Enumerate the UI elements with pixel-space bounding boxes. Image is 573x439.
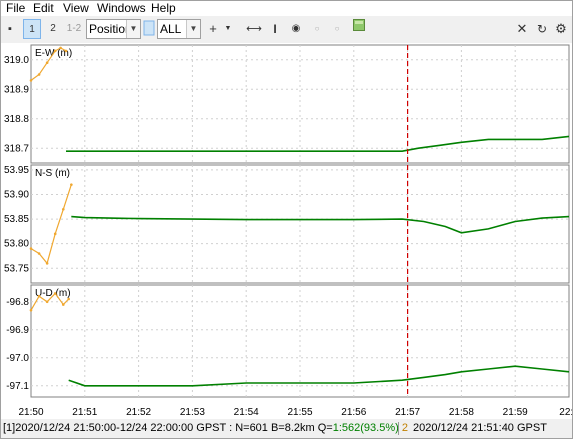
x-tick-label: 21:52 (126, 407, 151, 418)
status-quality-fix: 1:562(93.5%) (332, 422, 399, 434)
satellite-value: ALL (160, 22, 182, 36)
float-point (53, 49, 57, 53)
x-tick-label: 21:59 (503, 407, 528, 418)
x-tick-label: 21:51 (72, 407, 97, 418)
add-icon[interactable]: + (206, 19, 220, 39)
y-tick-label: -96.8 (6, 297, 29, 308)
float-point (45, 300, 49, 304)
toolbar: ▪ 1 2 1-2 Position ▼ ALL ▼ + ▼ ⟷ I ◉ ○ ○… (1, 16, 572, 42)
y-tick-label: -97.0 (6, 353, 29, 364)
float-point (29, 79, 33, 82)
float-point (53, 232, 57, 236)
plot-area[interactable]: 319.0 318.9 318.8 318.7 E-W (m) 53.75 53.80 53.… (1, 43, 573, 419)
y-tick-label: 53.85 (4, 214, 29, 225)
y-tick-label: 318.9 (4, 84, 29, 95)
rtkplot-window: File Edit View Windows Help ▪ 1 2 1-2 Po… (0, 0, 573, 439)
y-tick-label: 53.75 (4, 263, 29, 274)
y-tick-label: 318.7 (4, 143, 29, 154)
satellite-select[interactable]: ALL ▼ (157, 19, 201, 39)
status-bar: [1]2020/12/24 21:50:00-12/24 22:00:00 GP… (1, 419, 572, 438)
menu-view[interactable]: View (63, 1, 89, 16)
reload-icon[interactable]: ↻ (535, 19, 549, 39)
x-tick-label: 21:56 (341, 407, 366, 418)
fit-horizontal-icon[interactable]: ⟷ (245, 19, 263, 39)
y-tick-label: 319.0 (4, 55, 29, 66)
plot2-label: 2 (50, 23, 56, 34)
center-origin-icon[interactable]: ◉ (289, 19, 303, 39)
plot12-button[interactable]: 1-2 (64, 19, 84, 39)
panel-label: N-S (m) (35, 168, 70, 179)
float-point (45, 61, 49, 64)
toolbar-grip-icon: ▪ (8, 23, 12, 35)
y-tick-label: 318.8 (4, 114, 29, 125)
x-tick-label: 21:55 (287, 407, 312, 418)
float-point (29, 247, 33, 250)
float-point (37, 252, 41, 255)
menu-edit[interactable]: Edit (33, 1, 54, 16)
x-tick-label: 21:53 (180, 407, 205, 418)
chevron-down-icon: ▼ (186, 20, 200, 38)
menu-bar: File Edit View Windows Help (1, 1, 572, 16)
x-tick-label: 21:50 (18, 407, 43, 418)
chevron-down-icon: ▼ (126, 20, 140, 38)
float-point (64, 49, 68, 53)
plot-type-select[interactable]: Position ▼ (86, 19, 141, 39)
x-tick-label: 21:58 (449, 407, 474, 418)
float-point (53, 292, 57, 295)
float-point (29, 308, 33, 312)
dot-icon[interactable]: ○ (311, 19, 323, 39)
dot-icon[interactable]: ○ (331, 19, 343, 39)
toolbar-separator-icon (143, 19, 155, 39)
y-tick-label: 53.90 (4, 190, 29, 201)
float-point (59, 46, 62, 50)
plot1-button[interactable]: 1 (23, 19, 41, 39)
x-tick-label: 21:54 (234, 407, 259, 418)
plot12-label: 1-2 (66, 23, 82, 34)
status-separator (398, 422, 406, 435)
menu-file[interactable]: File (6, 1, 25, 16)
float-point (70, 183, 73, 186)
cursor-time: 2020/12/24 21:51:40 GPST (413, 422, 547, 434)
dropdown-icon[interactable]: ▼ (223, 19, 233, 39)
fit-vertical-icon[interactable]: I (267, 19, 283, 39)
status-summary: [1]2020/12/24 21:50:00-12/24 22:00:00 GP… (3, 419, 408, 438)
menu-help[interactable]: Help (151, 1, 176, 16)
float-point (45, 262, 49, 265)
y-tick-label: 53.95 (4, 165, 29, 176)
position-chart: 319.0318.9318.8318.7E-W (m)53.7553.8053.… (4, 44, 573, 418)
y-tick-label: -97.1 (6, 381, 29, 392)
gear-icon[interactable]: ⚙ (554, 19, 568, 39)
float-point (37, 73, 41, 76)
y-tick-label: 53.80 (4, 239, 29, 250)
map-icon[interactable] (352, 19, 366, 39)
plot1-label: 1 (29, 24, 35, 35)
float-point (61, 303, 65, 306)
float-point (61, 207, 65, 211)
float-point (67, 297, 70, 301)
float-point (37, 294, 41, 298)
x-tick-label: 21:57 (395, 407, 420, 418)
y-tick-label: -96.9 (6, 325, 29, 336)
menu-windows[interactable]: Windows (97, 1, 146, 16)
plot2-button[interactable]: 2 (44, 19, 62, 39)
x-tick-label: 22:0 (559, 407, 572, 418)
status-summary-text: [1]2020/12/24 21:50:00-12/24 22:00:00 GP… (3, 422, 333, 434)
close-icon[interactable]: ✕ (515, 19, 529, 39)
